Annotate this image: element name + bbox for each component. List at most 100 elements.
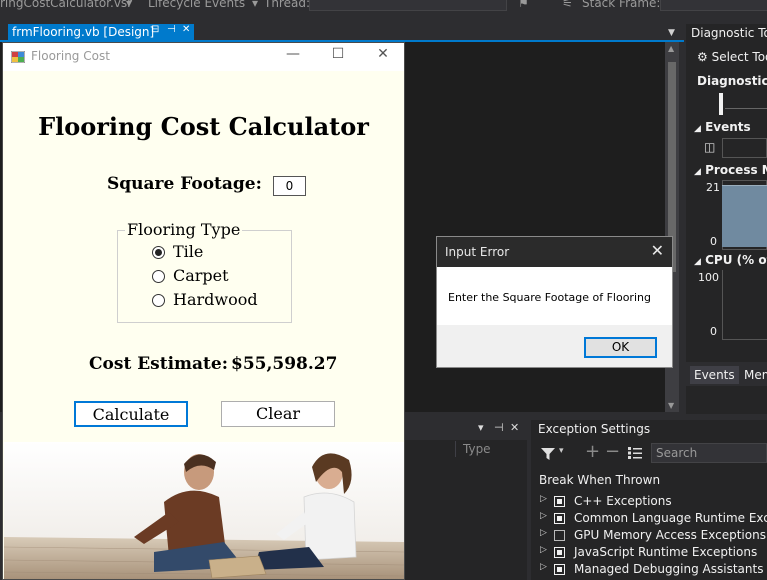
cpu-section-label: CPU (% of a [705,253,767,267]
pin-icon[interactable]: ⊟ [151,24,159,35]
pin-icon[interactable]: ⊣ [494,421,504,434]
close-icon[interactable]: ✕ [651,241,664,260]
chevron-down-icon[interactable]: ▾ [478,421,484,434]
memory-usage-fill [722,185,767,247]
exception-checkbox[interactable] [554,564,565,575]
project-dropdown[interactable]: ringCostCalculator.vsr [0,0,132,10]
exception-checkbox[interactable] [554,547,565,558]
exception-label: Common Language Runtime Excepti [574,511,767,525]
expand-arrow-icon[interactable]: ▷ [540,528,547,538]
input-error-dialog: Input Error ✕ Enter the Square Footage o… [436,236,673,368]
collapse-arrow-icon[interactable]: ◢ [694,124,701,134]
form-window-title: Flooring Cost [31,49,110,63]
cost-estimate-label: Cost Estimate: [89,354,228,374]
couple-flooring-photo [4,442,404,579]
diagnostics-session-label: Diagnostics s [697,74,767,88]
lifecycle-events-dropdown[interactable]: Lifecycle Events [148,0,245,10]
dialog-titlebar: Input Error ✕ [437,237,672,267]
chevron-down-icon[interactable]: ▾ [252,0,258,10]
square-footage-label: Square Footage: [107,174,262,194]
radio-hardwood-indicator[interactable] [152,294,165,307]
radio-carpet-indicator[interactable] [152,270,165,283]
thread-dropdown[interactable] [309,0,507,11]
chevron-down-icon[interactable]: ▾ [126,0,132,10]
memory-max-value: 21 [706,181,720,194]
events-section-label: Events [705,120,751,134]
flooring-type-legend: Flooring Type [125,220,243,239]
page-title: Flooring Cost Calculator [38,112,369,141]
tab-memory-usage[interactable]: Mem [740,366,767,384]
tab-events[interactable]: Events [690,366,739,384]
tab-frmflooring-design[interactable]: frmFlooring.vb [Design] ⊟ ⊣ ✕ [8,24,194,41]
form-titlebar: Flooring Cost — ☐ ✕ [3,43,404,71]
tab-label: frmFlooring.vb [Design] [12,25,155,39]
remove-icon[interactable]: − [605,441,620,462]
flooring-cost-form: Flooring Cost — ☐ ✕ Flooring Cost Calcul… [2,42,405,580]
thread-label: Thread: [264,0,311,10]
pause-icon[interactable]: ◫ [704,140,715,154]
exception-label: Managed Debugging Assistants [574,562,764,576]
memory-min-value: 0 [710,235,717,248]
add-icon[interactable]: + [585,441,600,462]
scroll-up-icon[interactable]: ▲ [668,44,674,53]
form-app-icon [11,51,25,63]
cpu-section[interactable]: ◢ CPU (% of a [694,253,767,267]
dialog-title: Input Error [445,245,510,259]
expand-arrow-icon[interactable]: ▷ [540,494,547,504]
locals-panel-header [405,420,527,440]
gear-icon: ⚙ [697,50,708,64]
exception-label: GPU Memory Access Exceptions [574,528,766,542]
cost-estimate-value: $55,598.27 [231,354,338,374]
cpu-min-value: 0 [710,325,717,338]
close-icon[interactable]: ✕ [182,24,190,35]
ok-button[interactable]: OK [584,337,657,358]
exception-checkbox[interactable] [554,496,565,507]
radio-tile-label[interactable]: Tile [173,242,203,261]
collapse-arrow-icon[interactable]: ◢ [694,167,701,177]
stack-frame-icon: ⚟ [562,0,573,10]
exception-checkbox[interactable] [554,513,565,524]
diagnostic-tools-title: Diagnostic Too [691,26,767,40]
dialog-message: Enter the Square Footage of Flooring [448,291,651,304]
expand-arrow-icon[interactable]: ▷ [540,545,547,555]
events-track [722,138,767,158]
break-when-thrown-header: Break When Thrown [539,473,661,487]
exception-settings-title: Exception Settings [538,422,651,436]
scroll-down-icon[interactable]: ▼ [668,401,674,410]
events-section[interactable]: ◢ Events [694,120,751,134]
list-view-icon[interactable] [628,447,642,459]
stack-frame-label: Stack Frame: [582,0,661,10]
cpu-chart-frame [722,270,767,340]
square-footage-input[interactable]: 0 [273,176,306,196]
process-memory-section[interactable]: ◢ Process Mem [694,163,767,177]
radio-hardwood-label[interactable]: Hardwood [173,290,258,309]
exception-label: C++ Exceptions [574,494,672,508]
column-divider [455,441,456,457]
exception-label: JavaScript Runtime Exceptions [574,545,758,559]
dock-icon[interactable]: ⊣ [167,24,176,35]
close-button[interactable]: ✕ [368,46,398,62]
close-icon[interactable]: ✕ [510,421,519,434]
expand-arrow-icon[interactable]: ▷ [540,562,547,572]
filter-icon[interactable] [541,448,555,460]
expand-arrow-icon[interactable]: ▷ [540,511,547,521]
exception-search-input[interactable]: Search [651,443,767,463]
radio-carpet-label[interactable]: Carpet [173,266,229,285]
select-tools-button[interactable]: ⚙ Select Too [697,50,767,64]
timeline-cursor[interactable] [719,93,723,115]
calculate-button[interactable]: Calculate [74,401,188,427]
process-memory-label: Process Mem [705,163,767,177]
radio-tile-indicator[interactable] [152,246,165,259]
chevron-down-icon[interactable]: ▾ [559,446,564,456]
clear-button[interactable]: Clear [221,401,335,427]
exception-checkbox[interactable] [554,530,565,541]
minimize-button[interactable]: — [278,46,308,62]
stack-frame-dropdown[interactable] [660,0,767,11]
maximize-button[interactable]: ☐ [323,46,353,62]
form-client-area: Flooring Cost Calculator Square Footage:… [3,71,404,579]
collapse-arrow-icon[interactable]: ◢ [694,257,701,267]
type-column-header[interactable]: Type [463,442,491,456]
flag-icon[interactable]: ⚑ [518,0,529,10]
tab-list-dropdown-icon[interactable]: ▼ [668,28,675,38]
debug-toolbar: ringCostCalculator.vsr ▾ Lifecycle Event… [0,0,767,12]
